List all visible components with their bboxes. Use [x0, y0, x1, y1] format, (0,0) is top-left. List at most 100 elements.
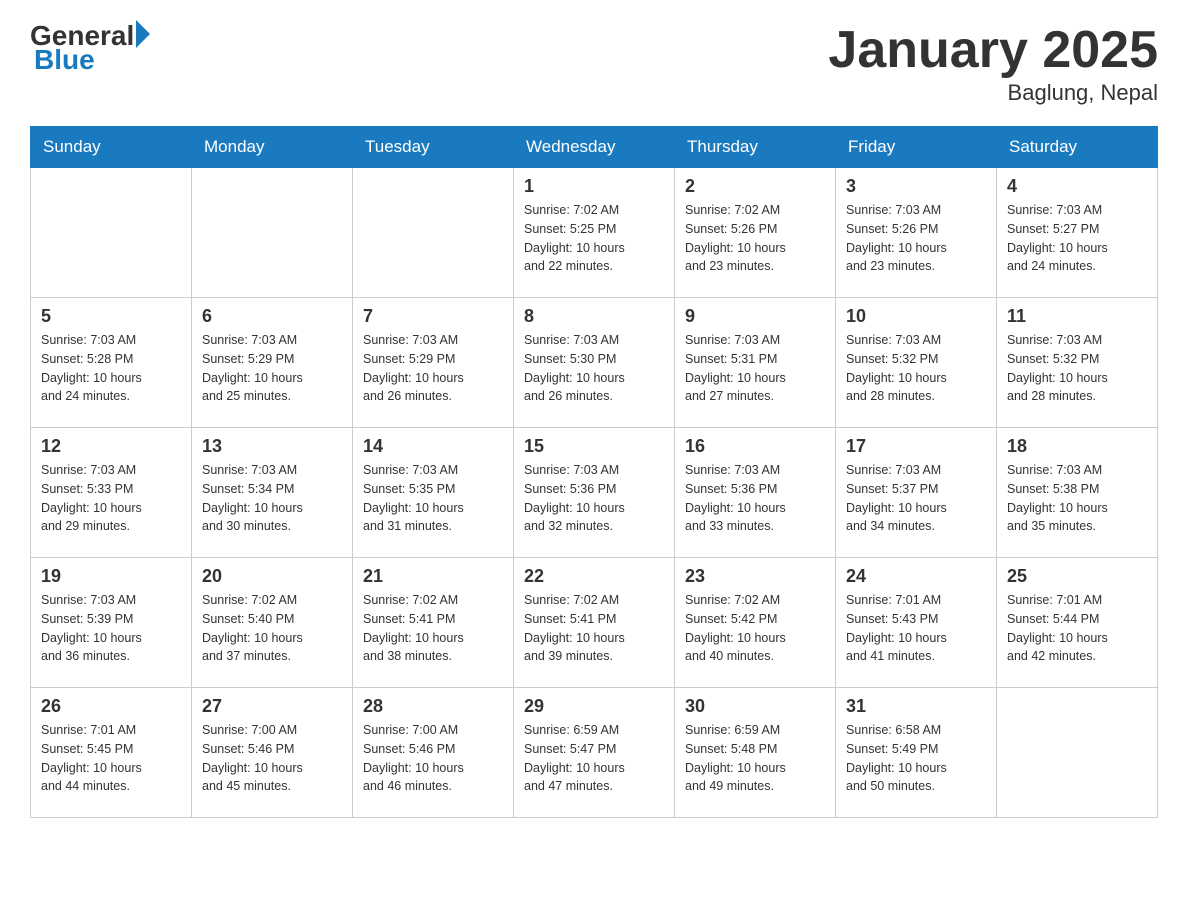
weekday-header-monday: Monday	[192, 127, 353, 168]
calendar-day-5: 5 Sunrise: 7:03 AMSunset: 5:28 PMDaylight…	[31, 298, 192, 428]
day-info: Sunrise: 7:03 AMSunset: 5:38 PMDaylight:…	[1007, 461, 1147, 536]
day-number: 3	[846, 176, 986, 197]
day-number: 10	[846, 306, 986, 327]
day-number: 29	[524, 696, 664, 717]
calendar-day-11: 11 Sunrise: 7:03 AMSunset: 5:32 PMDayligh…	[997, 298, 1158, 428]
day-number: 20	[202, 566, 342, 587]
day-info: Sunrise: 7:03 AMSunset: 5:37 PMDaylight:…	[846, 461, 986, 536]
day-info: Sunrise: 7:03 AMSunset: 5:33 PMDaylight:…	[41, 461, 181, 536]
weekday-header-saturday: Saturday	[997, 127, 1158, 168]
calendar-week-row: 5 Sunrise: 7:03 AMSunset: 5:28 PMDaylight…	[31, 298, 1158, 428]
day-number: 5	[41, 306, 181, 327]
calendar-day-10: 10 Sunrise: 7:03 AMSunset: 5:32 PMDayligh…	[836, 298, 997, 428]
day-number: 25	[1007, 566, 1147, 587]
day-number: 1	[524, 176, 664, 197]
calendar-empty-cell	[997, 688, 1158, 818]
logo-blue-text: Blue	[34, 44, 95, 76]
calendar-day-8: 8 Sunrise: 7:03 AMSunset: 5:30 PMDaylight…	[514, 298, 675, 428]
page-title: January 2025	[828, 20, 1158, 80]
day-info: Sunrise: 7:03 AMSunset: 5:32 PMDaylight:…	[846, 331, 986, 406]
day-info: Sunrise: 7:03 AMSunset: 5:34 PMDaylight:…	[202, 461, 342, 536]
calendar-day-1: 1 Sunrise: 7:02 AMSunset: 5:25 PMDaylight…	[514, 168, 675, 298]
day-info: Sunrise: 7:03 AMSunset: 5:36 PMDaylight:…	[524, 461, 664, 536]
calendar-day-28: 28 Sunrise: 7:00 AMSunset: 5:46 PMDayligh…	[353, 688, 514, 818]
calendar-empty-cell	[31, 168, 192, 298]
day-info: Sunrise: 7:01 AMSunset: 5:43 PMDaylight:…	[846, 591, 986, 666]
day-info: Sunrise: 7:03 AMSunset: 5:30 PMDaylight:…	[524, 331, 664, 406]
day-info: Sunrise: 7:03 AMSunset: 5:28 PMDaylight:…	[41, 331, 181, 406]
day-info: Sunrise: 7:02 AMSunset: 5:40 PMDaylight:…	[202, 591, 342, 666]
day-info: Sunrise: 7:03 AMSunset: 5:35 PMDaylight:…	[363, 461, 503, 536]
day-number: 26	[41, 696, 181, 717]
calendar-day-14: 14 Sunrise: 7:03 AMSunset: 5:35 PMDayligh…	[353, 428, 514, 558]
calendar-header-row: SundayMondayTuesdayWednesdayThursdayFrid…	[31, 127, 1158, 168]
day-number: 2	[685, 176, 825, 197]
calendar-day-15: 15 Sunrise: 7:03 AMSunset: 5:36 PMDayligh…	[514, 428, 675, 558]
day-info: Sunrise: 7:02 AMSunset: 5:26 PMDaylight:…	[685, 201, 825, 276]
calendar-day-26: 26Sunrise: 7:01 AMSunset: 5:45 PMDayligh…	[31, 688, 192, 818]
day-info: Sunrise: 7:03 AMSunset: 5:26 PMDaylight:…	[846, 201, 986, 276]
day-number: 16	[685, 436, 825, 457]
day-number: 14	[363, 436, 503, 457]
calendar-empty-cell	[192, 168, 353, 298]
day-number: 30	[685, 696, 825, 717]
page-header: General Blue January 2025 Baglung, Nepal	[30, 20, 1158, 106]
calendar-day-12: 12 Sunrise: 7:03 AMSunset: 5:33 PMDayligh…	[31, 428, 192, 558]
calendar-day-9: 9 Sunrise: 7:03 AMSunset: 5:31 PMDaylight…	[675, 298, 836, 428]
page-subtitle: Baglung, Nepal	[828, 80, 1158, 106]
day-info: Sunrise: 7:03 AMSunset: 5:29 PMDaylight:…	[363, 331, 503, 406]
day-number: 7	[363, 306, 503, 327]
calendar-day-19: 19 Sunrise: 7:03 AMSunset: 5:39 PMDayligh…	[31, 558, 192, 688]
calendar-day-20: 20 Sunrise: 7:02 AMSunset: 5:40 PMDayligh…	[192, 558, 353, 688]
calendar-day-13: 13Sunrise: 7:03 AMSunset: 5:34 PMDayligh…	[192, 428, 353, 558]
calendar-day-4: 4 Sunrise: 7:03 AMSunset: 5:27 PMDaylight…	[997, 168, 1158, 298]
day-number: 9	[685, 306, 825, 327]
logo-triangle-icon	[136, 20, 150, 48]
day-number: 6	[202, 306, 342, 327]
calendar-week-row: 19 Sunrise: 7:03 AMSunset: 5:39 PMDayligh…	[31, 558, 1158, 688]
calendar-day-29: 29Sunrise: 6:59 AMSunset: 5:47 PMDayligh…	[514, 688, 675, 818]
day-info: Sunrise: 7:03 AMSunset: 5:39 PMDaylight:…	[41, 591, 181, 666]
calendar-day-2: 2 Sunrise: 7:02 AMSunset: 5:26 PMDaylight…	[675, 168, 836, 298]
day-number: 21	[363, 566, 503, 587]
day-number: 28	[363, 696, 503, 717]
day-info: Sunrise: 7:02 AMSunset: 5:41 PMDaylight:…	[363, 591, 503, 666]
calendar-day-31: 31 Sunrise: 6:58 AMSunset: 5:49 PMDayligh…	[836, 688, 997, 818]
day-info: Sunrise: 7:03 AMSunset: 5:36 PMDaylight:…	[685, 461, 825, 536]
day-info: Sunrise: 7:00 AMSunset: 5:46 PMDaylight:…	[363, 721, 503, 796]
day-number: 12	[41, 436, 181, 457]
calendar-day-24: 24 Sunrise: 7:01 AMSunset: 5:43 PMDayligh…	[836, 558, 997, 688]
day-info: Sunrise: 7:02 AMSunset: 5:25 PMDaylight:…	[524, 201, 664, 276]
day-info: Sunrise: 6:58 AMSunset: 5:49 PMDaylight:…	[846, 721, 986, 796]
day-info: Sunrise: 7:03 AMSunset: 5:29 PMDaylight:…	[202, 331, 342, 406]
calendar-day-18: 18 Sunrise: 7:03 AMSunset: 5:38 PMDayligh…	[997, 428, 1158, 558]
day-number: 11	[1007, 306, 1147, 327]
calendar-empty-cell	[353, 168, 514, 298]
day-info: Sunrise: 7:03 AMSunset: 5:32 PMDaylight:…	[1007, 331, 1147, 406]
day-number: 27	[202, 696, 342, 717]
day-number: 15	[524, 436, 664, 457]
calendar-day-23: 23Sunrise: 7:02 AMSunset: 5:42 PMDayligh…	[675, 558, 836, 688]
day-info: Sunrise: 7:01 AMSunset: 5:44 PMDaylight:…	[1007, 591, 1147, 666]
day-number: 24	[846, 566, 986, 587]
calendar-week-row: 26Sunrise: 7:01 AMSunset: 5:45 PMDayligh…	[31, 688, 1158, 818]
calendar-day-7: 7 Sunrise: 7:03 AMSunset: 5:29 PMDaylight…	[353, 298, 514, 428]
day-info: Sunrise: 7:00 AMSunset: 5:46 PMDaylight:…	[202, 721, 342, 796]
calendar-day-16: 16 Sunrise: 7:03 AMSunset: 5:36 PMDayligh…	[675, 428, 836, 558]
calendar-day-22: 22Sunrise: 7:02 AMSunset: 5:41 PMDayligh…	[514, 558, 675, 688]
calendar-week-row: 12 Sunrise: 7:03 AMSunset: 5:33 PMDayligh…	[31, 428, 1158, 558]
day-number: 18	[1007, 436, 1147, 457]
day-info: Sunrise: 7:02 AMSunset: 5:41 PMDaylight:…	[524, 591, 664, 666]
calendar-table: SundayMondayTuesdayWednesdayThursdayFrid…	[30, 126, 1158, 818]
calendar-day-3: 3 Sunrise: 7:03 AMSunset: 5:26 PMDaylight…	[836, 168, 997, 298]
day-number: 31	[846, 696, 986, 717]
day-info: Sunrise: 7:03 AMSunset: 5:31 PMDaylight:…	[685, 331, 825, 406]
weekday-header-friday: Friday	[836, 127, 997, 168]
weekday-header-wednesday: Wednesday	[514, 127, 675, 168]
day-number: 8	[524, 306, 664, 327]
day-info: Sunrise: 7:03 AMSunset: 5:27 PMDaylight:…	[1007, 201, 1147, 276]
day-number: 19	[41, 566, 181, 587]
weekday-header-thursday: Thursday	[675, 127, 836, 168]
day-number: 4	[1007, 176, 1147, 197]
title-section: January 2025 Baglung, Nepal	[828, 20, 1158, 106]
